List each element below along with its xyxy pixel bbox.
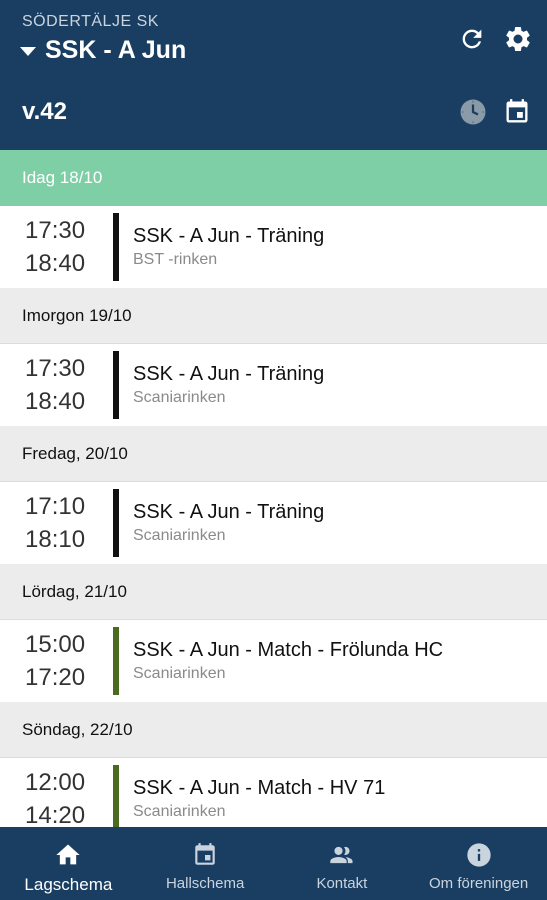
people-icon	[327, 841, 357, 869]
event-row[interactable]: 12:00 14:20 SSK - A Jun - Match - HV 71 …	[0, 758, 547, 827]
gear-icon	[506, 26, 530, 51]
event-row[interactable]: 17:10 18:10 SSK - A Jun - Träning Scania…	[0, 482, 547, 564]
refresh-button[interactable]	[455, 22, 489, 56]
start-time: 17:30	[25, 355, 86, 382]
event-type-bar	[113, 489, 119, 557]
day-header-today: Idag 18/10	[0, 150, 547, 206]
calendar-icon	[506, 99, 528, 123]
team-selector[interactable]: SSK - A Jun	[20, 36, 186, 65]
nav-label: Lagschema	[24, 875, 113, 894]
start-time: 17:30	[25, 217, 86, 244]
club-name: SÖDERTÄLJE SK	[22, 13, 159, 30]
event-location: Scaniarinken	[133, 803, 226, 820]
event-type-bar	[113, 351, 119, 419]
event-title: SSK - A Jun - Träning	[133, 225, 325, 247]
nav-label: Om föreningen	[429, 875, 529, 892]
event-times: 12:00 14:20	[0, 766, 113, 827]
event-title: SSK - A Jun - Träning	[133, 363, 325, 385]
caret-down-icon	[20, 47, 36, 56]
event-row[interactable]: 17:30 18:40 SSK - A Jun - Träning Scania…	[0, 344, 547, 426]
start-time: 17:10	[25, 493, 86, 520]
nav-kontakt[interactable]: Kontakt	[274, 827, 411, 900]
end-time: 17:20	[25, 664, 86, 691]
settings-button[interactable]	[500, 21, 536, 57]
calendar-icon	[190, 841, 220, 869]
event-title: SSK - A Jun - Match - HV 71	[133, 777, 386, 799]
day-header: Imorgon 19/10	[0, 288, 547, 344]
end-time: 18:10	[25, 526, 86, 553]
event-times: 17:30 18:40	[0, 214, 113, 280]
bottom-navigation: Lagschema Hallschema Kontakt Om förening…	[0, 827, 547, 900]
event-type-bar	[113, 627, 119, 695]
end-time: 14:20	[25, 802, 86, 827]
event-location: Scaniarinken	[133, 527, 226, 544]
day-header: Lördag, 21/10	[0, 564, 547, 620]
clock-button[interactable]	[457, 96, 489, 128]
event-row[interactable]: 15:00 17:20 SSK - A Jun - Match - Frölun…	[0, 620, 547, 702]
nav-lagschema[interactable]: Lagschema	[0, 827, 137, 900]
day-header: Fredag, 20/10	[0, 426, 547, 482]
event-location: BST -rinken	[133, 251, 218, 268]
nav-om-foreningen[interactable]: Om föreningen	[410, 827, 547, 900]
refresh-icon	[462, 29, 482, 49]
start-time: 15:00	[25, 631, 86, 658]
team-name: SSK - A Jun	[45, 36, 187, 64]
week-label: v.42	[22, 98, 67, 125]
event-times: 17:30 18:40	[0, 352, 113, 418]
end-time: 18:40	[25, 250, 86, 277]
event-row[interactable]: 17:30 18:40 SSK - A Jun - Träning BST -r…	[0, 206, 547, 288]
nav-label: Hallschema	[165, 875, 245, 892]
event-type-bar	[113, 765, 119, 827]
event-location: Scaniarinken	[133, 389, 226, 406]
calendar-button[interactable]	[501, 96, 533, 128]
app-bar: SÖDERTÄLJE SK SSK - A Jun v.42	[0, 0, 547, 150]
nav-hallschema[interactable]: Hallschema	[137, 827, 274, 900]
schedule-list[interactable]: Idag 18/10 17:30 18:40 SSK - A Jun - Trä…	[0, 150, 547, 827]
event-times: 17:10 18:10	[0, 490, 113, 556]
info-icon	[464, 841, 494, 869]
event-title: SSK - A Jun - Match - Frölunda HC	[133, 639, 444, 661]
event-times: 15:00 17:20	[0, 628, 113, 694]
clock-icon	[460, 99, 486, 125]
event-location: Scaniarinken	[133, 665, 226, 682]
home-icon	[53, 841, 83, 869]
day-header: Söndag, 22/10	[0, 702, 547, 758]
event-title: SSK - A Jun - Träning	[133, 501, 325, 523]
end-time: 18:40	[25, 388, 86, 415]
event-type-bar	[113, 213, 119, 281]
nav-label: Kontakt	[316, 875, 368, 892]
start-time: 12:00	[25, 769, 86, 796]
